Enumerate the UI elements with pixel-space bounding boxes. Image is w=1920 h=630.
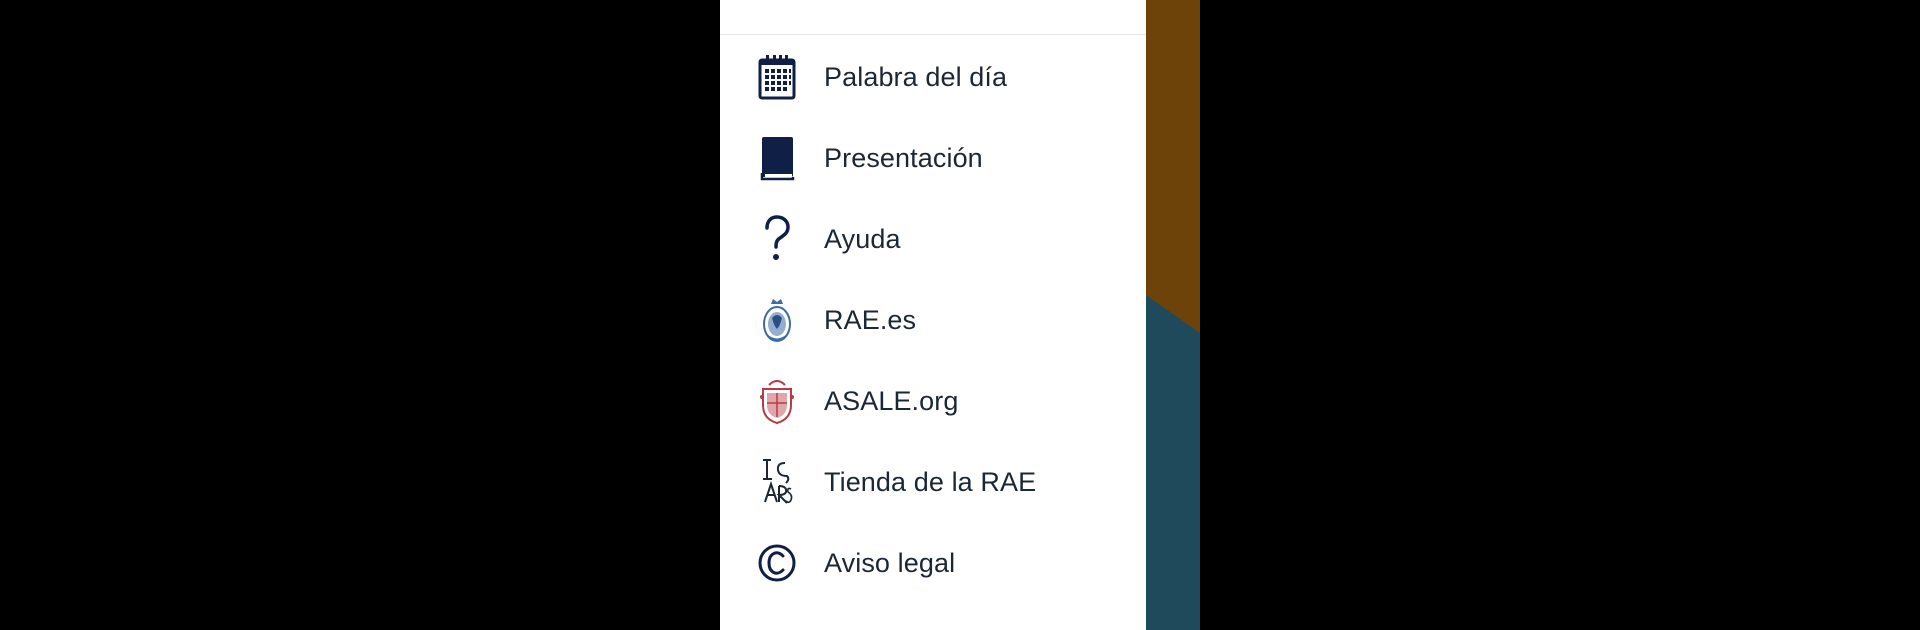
menu-item-label: Palabra del día bbox=[824, 61, 1008, 92]
menu-item-label: Ayuda bbox=[824, 223, 901, 254]
menu-item-aviso-legal[interactable]: Aviso legal bbox=[720, 523, 1146, 603]
app-screen: Palabra del día Presentación Ayuda RAE.e… bbox=[0, 0, 1920, 630]
menu-item-label: Presentación bbox=[824, 142, 983, 173]
menu-item-palabra-del-dia[interactable]: Palabra del día bbox=[720, 37, 1146, 117]
menu-item-label: Aviso legal bbox=[824, 547, 956, 578]
asale-emblem-icon bbox=[756, 377, 798, 425]
navigation-drawer: Palabra del día Presentación Ayuda RAE.e… bbox=[720, 0, 1146, 630]
calendar-icon bbox=[756, 53, 798, 101]
menu-item-label: RAE.es bbox=[824, 304, 917, 335]
menu-item-presentacion[interactable]: Presentación bbox=[720, 118, 1146, 198]
question-mark-icon bbox=[756, 215, 798, 263]
menu-item-tienda-de-la-rae[interactable]: Tienda de la RAE bbox=[720, 442, 1146, 522]
menu-item-label: ASALE.org bbox=[824, 385, 959, 416]
menu-item-label: Tienda de la RAE bbox=[824, 466, 1037, 497]
content-behind-drawer[interactable] bbox=[1146, 0, 1200, 630]
book-icon bbox=[756, 134, 798, 182]
tienda-logo-icon bbox=[756, 458, 798, 506]
backdrop-graphic bbox=[1146, 0, 1200, 630]
drawer-header bbox=[720, 0, 1146, 35]
copyright-icon bbox=[756, 539, 798, 587]
rae-emblem-icon bbox=[756, 296, 798, 344]
menu-item-asale-org[interactable]: ASALE.org bbox=[720, 361, 1146, 441]
menu-item-rae-es[interactable]: RAE.es bbox=[720, 280, 1146, 360]
menu-item-ayuda[interactable]: Ayuda bbox=[720, 199, 1146, 279]
